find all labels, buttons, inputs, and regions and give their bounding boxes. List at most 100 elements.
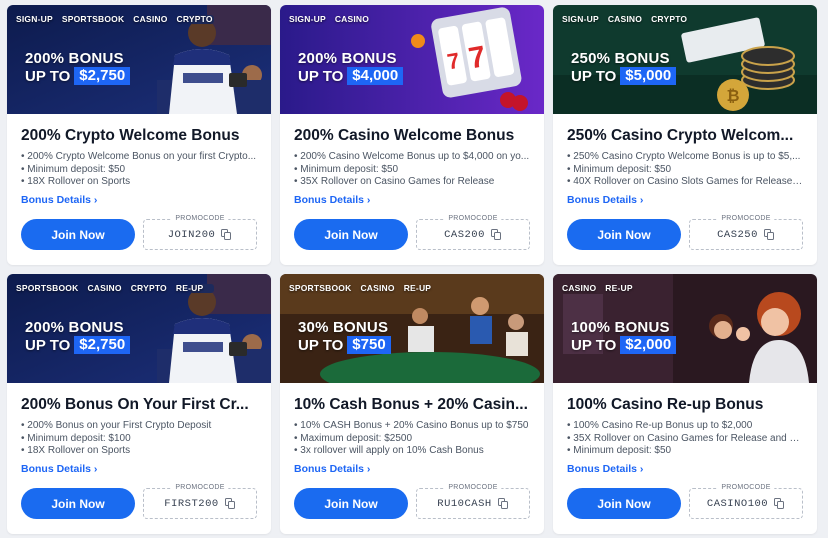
banner-bonus-amount: $2,750 — [74, 67, 131, 85]
join-now-button[interactable]: Join Now — [567, 219, 681, 250]
promo-banner[interactable]: SIGN-UP SPORTSBOOK CASINO CRYPTO 200% BONUS… — [7, 5, 271, 114]
promo-banner[interactable]: SPORTSBOOK CASINO CRYPTO RE-UP 200% BONUS U… — [7, 274, 271, 383]
copy-icon[interactable] — [774, 498, 785, 509]
bonus-terms-list: 10% CASH Bonus + 20% Casino Bonus up to … — [294, 420, 530, 458]
banner-up-to: UP TO — [298, 67, 344, 85]
bonus-term: Minimum deposit: $50 — [567, 445, 803, 458]
bonus-details-link[interactable]: Bonus Details › — [21, 194, 97, 206]
banner-bonus-amount: $4,000 — [347, 67, 404, 85]
bonus-title: 200% Casino Welcome Bonus — [294, 127, 515, 144]
bonus-grid: SIGN-UP SPORTSBOOK CASINO CRYPTO 200% BONUS… — [7, 5, 817, 534]
category-tag: SPORTSBOOK — [289, 283, 352, 293]
join-now-button[interactable]: Join Now — [21, 488, 135, 519]
banner-up-to: UP TO — [571, 67, 617, 85]
category-tags: SIGN-UP SPORTSBOOK CASINO CRYPTO — [16, 14, 213, 24]
bonus-details-link[interactable]: Bonus Details › — [294, 194, 370, 206]
bonus-card: SIGN-UP SPORTSBOOK CASINO CRYPTO 200% BONUS… — [7, 5, 271, 265]
category-tag: CASINO — [562, 283, 597, 293]
bonus-term: 3x rollover will apply on 10% Cash Bonus — [294, 445, 530, 458]
bonus-term: 35X Rollover on Casino Games for Release — [294, 176, 530, 189]
banner-bonus-amount: $750 — [347, 336, 391, 354]
svg-text:₿: ₿ — [726, 87, 739, 105]
bonus-term: 35X Rollover on Casino Games for Release… — [567, 433, 803, 446]
bonus-term: 10% CASH Bonus + 20% Casino Bonus up to … — [294, 420, 530, 433]
bonus-title: 250% Casino Crypto Welcom... — [567, 127, 794, 144]
bonus-title: 200% Bonus On Your First Cr... — [21, 396, 249, 413]
promocode-box[interactable]: PROMOCODE CAS250 — [689, 215, 803, 250]
bonus-card: SPORTSBOOK CASINO RE-UP 30% BONUS UP TO $7… — [280, 274, 544, 534]
bonus-term: Maximum deposit: $2500 — [294, 433, 530, 446]
category-tag: SPORTSBOOK — [61, 14, 125, 24]
promocode-label: PROMOCODE — [717, 484, 775, 491]
promo-banner[interactable]: ₿ SIGN-UP CASINO CRYPTO 250% BONUS UP TO $… — [553, 5, 817, 114]
banner-bonus-text: 200% BONUS UP TO $2,750 — [25, 319, 131, 354]
bonus-card: ₿ SIGN-UP CASINO CRYPTO 250% BONUS UP TO $… — [553, 5, 817, 265]
banner-bonus-percent: 250% BONUS — [571, 50, 670, 67]
banner-bonus-percent: 200% BONUS — [298, 50, 397, 67]
category-tag: CASINO — [334, 14, 370, 24]
promocode-box[interactable]: PROMOCODE CASINO100 — [689, 484, 803, 519]
bonus-terms-list: 200% Bonus on your First Crypto DepositM… — [21, 420, 257, 458]
promocode-box[interactable]: PROMOCODE RU10CASH — [416, 484, 530, 519]
banner-bonus-percent: 200% BONUS — [25, 319, 124, 336]
bonus-term: 18X Rollover on Sports — [21, 445, 257, 458]
banner-up-to: UP TO — [571, 336, 617, 354]
category-tag: RE-UP — [605, 283, 633, 293]
banner-bonus-percent: 200% BONUS — [25, 50, 124, 67]
bonus-title: 200% Crypto Welcome Bonus — [21, 127, 240, 144]
category-tag: CRYPTO — [130, 283, 167, 293]
category-tags: SIGN-UP CASINO CRYPTO — [562, 14, 687, 24]
bonus-term: 200% Crypto Welcome Bonus on your first … — [21, 151, 257, 164]
promocode-label: PROMOCODE — [171, 484, 229, 491]
bonus-term: 18X Rollover on Sports — [21, 176, 257, 189]
bonus-terms-list: 250% Casino Crypto Welcome Bonus is up t… — [567, 151, 803, 189]
bonus-card: SPORTSBOOK CASINO CRYPTO RE-UP 200% BONUS U… — [7, 274, 271, 534]
category-tag: CASINO — [87, 283, 122, 293]
promocode-value: CASINO100 — [706, 497, 769, 510]
banner-bonus-amount: $2,000 — [620, 336, 677, 354]
join-now-button[interactable]: Join Now — [567, 488, 681, 519]
banner-up-to: UP TO — [298, 336, 344, 354]
join-now-button[interactable]: Join Now — [21, 219, 135, 250]
bonus-term: Minimum deposit: $50 — [567, 164, 803, 177]
category-tag: SIGN-UP — [562, 14, 599, 24]
bonus-details-link[interactable]: Bonus Details › — [294, 463, 370, 475]
promocode-label: PROMOCODE — [717, 215, 775, 222]
promocode-label: PROMOCODE — [171, 215, 229, 222]
promo-banner[interactable]: CASINO RE-UP 100% BONUS UP TO $2,000 — [553, 274, 817, 383]
copy-icon[interactable] — [224, 498, 236, 509]
copy-icon[interactable] — [497, 498, 509, 509]
category-tag: CASINO — [133, 14, 168, 24]
join-now-button[interactable]: Join Now — [294, 488, 408, 519]
category-tag: CASINO — [360, 283, 395, 293]
bonus-details-link[interactable]: Bonus Details › — [567, 194, 643, 206]
category-tags: SPORTSBOOK CASINO CRYPTO RE-UP — [16, 283, 203, 293]
promocode-box[interactable]: PROMOCODE JOIN200 — [143, 215, 257, 250]
copy-icon[interactable] — [490, 229, 502, 240]
bonus-term: 250% Casino Crypto Welcome Bonus is up t… — [567, 151, 803, 164]
banner-bonus-percent: 100% BONUS — [571, 319, 670, 336]
bonus-term: 40X Rollover on Casino Slots Games for R… — [567, 176, 803, 189]
category-tag: CASINO — [607, 14, 643, 24]
bonus-term: 100% Casino Re-up Bonus up to $2,000 — [567, 420, 803, 433]
bonus-details-link[interactable]: Bonus Details › — [21, 463, 97, 475]
banner-bonus-text: 30% BONUS UP TO $750 — [298, 320, 391, 354]
bonus-terms-list: 100% Casino Re-up Bonus up to $2,00035X … — [567, 420, 803, 458]
copy-icon[interactable] — [763, 229, 775, 240]
promo-banner[interactable]: SPORTSBOOK CASINO RE-UP 30% BONUS UP TO $7… — [280, 274, 544, 383]
bonus-details-link[interactable]: Bonus Details › — [567, 463, 643, 475]
category-tag: RE-UP — [175, 283, 204, 293]
promocode-box[interactable]: PROMOCODE CAS200 — [416, 215, 530, 250]
copy-icon[interactable] — [221, 229, 232, 240]
join-now-button[interactable]: Join Now — [294, 219, 408, 250]
category-tag: CRYPTO — [651, 14, 688, 24]
promocode-box[interactable]: PROMOCODE FIRST200 — [143, 484, 257, 519]
category-tags: SIGN-UP CASINO — [289, 14, 369, 24]
bonus-card: 7 7 SIGN-UP CASINO 200% BONUS UP TO $4,00… — [280, 5, 544, 265]
bonus-term: Minimum deposit: $50 — [294, 164, 530, 177]
bonus-terms-list: 200% Casino Welcome Bonus up to $4,000 o… — [294, 151, 530, 189]
banner-up-to: UP TO — [25, 67, 71, 85]
bonus-term: 200% Bonus on your First Crypto Deposit — [21, 420, 257, 433]
promo-banner[interactable]: 7 7 SIGN-UP CASINO 200% BONUS UP TO $4,00… — [280, 5, 544, 114]
bonus-title: 100% Casino Re-up Bonus — [567, 396, 764, 413]
